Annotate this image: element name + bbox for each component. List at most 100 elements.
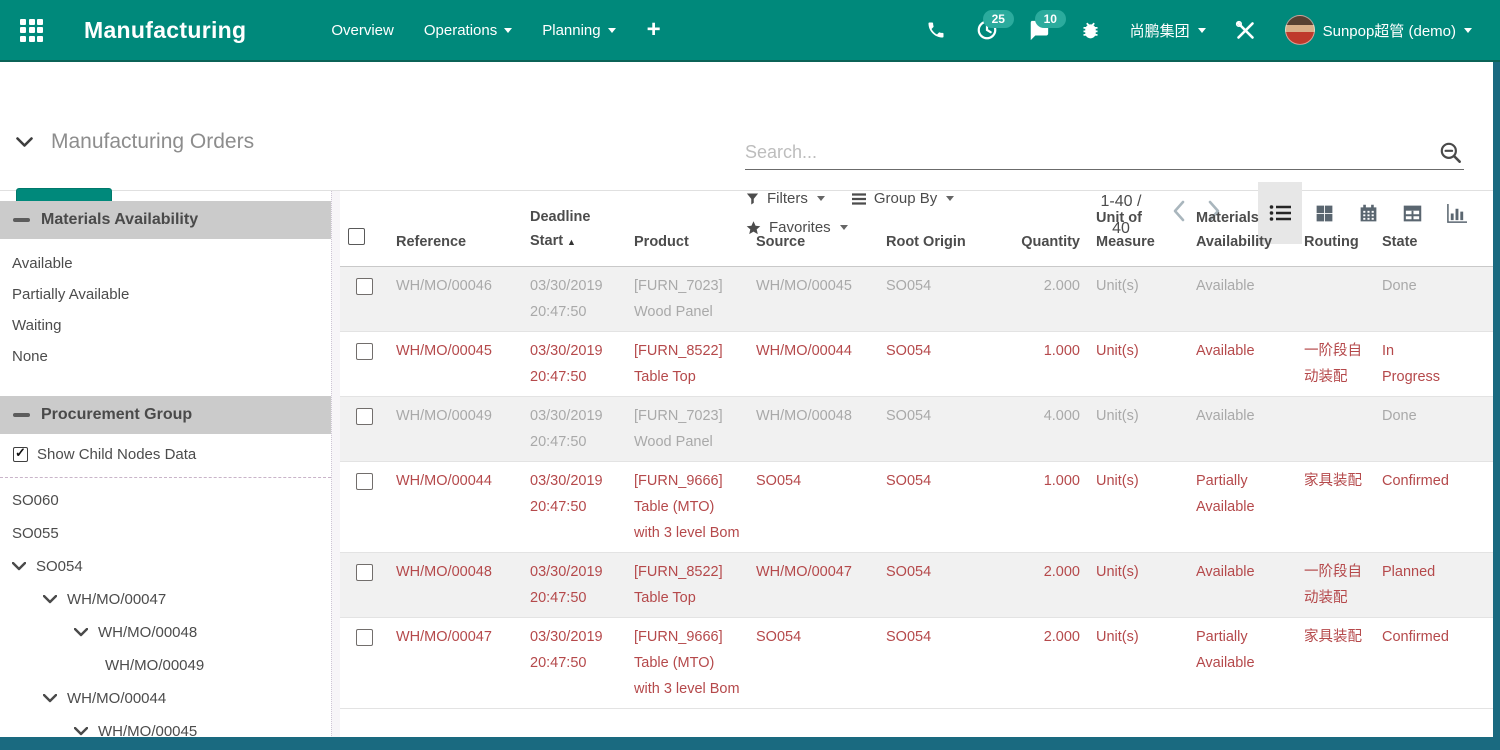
debug-button[interactable] [1065,20,1116,41]
tree-item[interactable]: WH/MO/00049 [0,649,331,682]
col-state[interactable]: State [1374,191,1462,267]
tree-item[interactable]: WH/MO/00048 [0,616,331,649]
table-row[interactable]: WH/MO/00046 03/30/2019 20:47:50 [FURN_70… [340,267,1500,332]
tree-item[interactable]: SO060 [0,484,331,517]
col-reference[interactable]: Reference [388,191,522,267]
tree-item-label: WH/MO/00044 [67,690,166,707]
cell-state: Confirmed [1374,618,1462,709]
quick-add-button[interactable]: + [631,18,677,42]
col-deadline-start[interactable]: Deadline Start▲ [522,191,626,267]
cell-uom: Unit(s) [1088,553,1188,618]
cell-deadline: 03/30/2019 20:47:50 [522,553,626,618]
menu-planning[interactable]: Planning [527,0,630,60]
tree-item-label: WH/MO/00047 [67,591,166,608]
chevron-down-icon[interactable] [12,562,26,571]
col-root-origin[interactable]: Root Origin [878,191,978,267]
row-checkbox[interactable] [356,629,373,646]
row-checkbox[interactable] [356,408,373,425]
control-panel: Manufacturing Orders CREATE IMPORT Filte… [0,62,1500,191]
tree-item[interactable]: WH/MO/00044 [0,682,331,715]
cell-quantity: 2.000 [978,267,1088,332]
user-menu[interactable]: Sunpop超管 (demo) [1271,15,1486,45]
phone-button[interactable] [911,20,961,40]
section-title: Procurement Group [41,406,192,424]
cell-reference[interactable]: WH/MO/00045 [388,332,522,397]
col-quantity[interactable]: Quantity [978,191,1088,267]
table-row[interactable]: WH/MO/00049 03/30/2019 20:47:50 [FURN_70… [340,397,1500,462]
filter-item[interactable]: Available [0,248,331,279]
cell-reference[interactable]: WH/MO/00044 [388,462,522,553]
search-input[interactable] [745,142,1438,163]
menu-overview[interactable]: Overview [316,0,409,60]
user-name: Sunpop超管 (demo) [1323,20,1456,41]
menu-operations[interactable]: Operations [409,0,527,60]
chevron-down-icon [1198,28,1206,33]
vertical-scrollbar[interactable] [1493,62,1500,750]
table-row[interactable]: WH/MO/00048 03/30/2019 20:47:50 [FURN_85… [340,553,1500,618]
col-source[interactable]: Source [748,191,878,267]
tree-item-label: WH/MO/00049 [105,657,204,674]
chevron-down-icon[interactable] [16,137,33,148]
messages-button[interactable]: 10 [1013,19,1065,41]
col-product[interactable]: Product [626,191,748,267]
cell-routing [1296,397,1374,462]
section-materials-availability[interactable]: Materials Availability [0,201,331,239]
bug-icon [1080,20,1101,41]
cell-product: [FURN_7023] Wood Panel [626,267,748,332]
show-child-nodes-checkbox[interactable] [13,447,28,462]
chevron-down-icon[interactable] [43,595,57,604]
cell-routing: 一阶段自动装配 [1296,332,1374,397]
cell-product: [FURN_8522] Table Top [626,332,748,397]
sidebar-scrollbar-track[interactable] [331,191,340,750]
filter-item[interactable]: None [0,341,331,372]
tree-item-label: SO055 [12,525,59,542]
row-checkbox[interactable] [356,278,373,295]
company-switcher[interactable]: 尚鹏集团 [1116,20,1220,41]
cell-reference[interactable]: WH/MO/00049 [388,397,522,462]
col-unit-of-measure[interactable]: Unit of Measure [1088,191,1188,267]
row-checkbox[interactable] [356,473,373,490]
chevron-down-icon[interactable] [74,727,88,736]
table-row[interactable]: WH/MO/00044 03/30/2019 20:47:50 [FURN_96… [340,462,1500,553]
section-title: Materials Availability [41,211,198,229]
section-procurement-group[interactable]: Procurement Group [0,396,331,434]
cell-reference[interactable]: WH/MO/00047 [388,618,522,709]
activities-button[interactable]: 25 [961,19,1013,41]
tree-item[interactable]: SO054 [0,550,331,583]
row-checkbox[interactable] [356,564,373,581]
table-row[interactable]: WH/MO/00047 03/30/2019 20:47:50 [FURN_96… [340,618,1500,709]
apps-menu-button[interactable] [0,19,64,42]
horizontal-scrollbar[interactable] [0,737,1500,750]
cell-root-origin: SO054 [878,267,978,332]
cell-reference[interactable]: WH/MO/00048 [388,553,522,618]
cell-product: [FURN_9666] Table (MTO) with 3 level Bom [626,618,748,709]
cell-routing: 一阶段自动装配 [1296,553,1374,618]
row-checkbox[interactable] [356,343,373,360]
user-avatar [1285,15,1315,45]
tree-item[interactable]: WH/MO/00047 [0,583,331,616]
chevron-down-icon[interactable] [43,694,57,703]
search-bar [745,136,1464,170]
menu-operations-label: Operations [424,22,497,39]
table-row[interactable]: WH/MO/00045 03/30/2019 20:47:50 [FURN_85… [340,332,1500,397]
select-all-checkbox[interactable] [348,228,365,245]
chevron-down-icon [608,28,616,33]
chevron-down-icon[interactable] [74,628,88,637]
show-child-nodes-row: Show Child Nodes Data [0,434,331,475]
cell-uom: Unit(s) [1088,618,1188,709]
search-icon[interactable] [1438,140,1464,166]
cell-root-origin: SO054 [878,397,978,462]
tree-item-label: WH/MO/00048 [98,624,197,641]
filter-item[interactable]: Partially Available [0,279,331,310]
col-materials-availability[interactable]: Materials Availability [1188,191,1296,267]
cell-quantity: 2.000 [978,553,1088,618]
filter-item[interactable]: Waiting [0,310,331,341]
tree-item[interactable]: SO055 [0,517,331,550]
settings-tools-button[interactable] [1220,20,1271,41]
cell-quantity: 1.000 [978,332,1088,397]
cell-reference[interactable]: WH/MO/00046 [388,267,522,332]
page-title: Manufacturing Orders [51,130,254,154]
cell-quantity: 4.000 [978,397,1088,462]
col-routing[interactable]: Routing [1296,191,1374,267]
cell-root-origin: SO054 [878,618,978,709]
